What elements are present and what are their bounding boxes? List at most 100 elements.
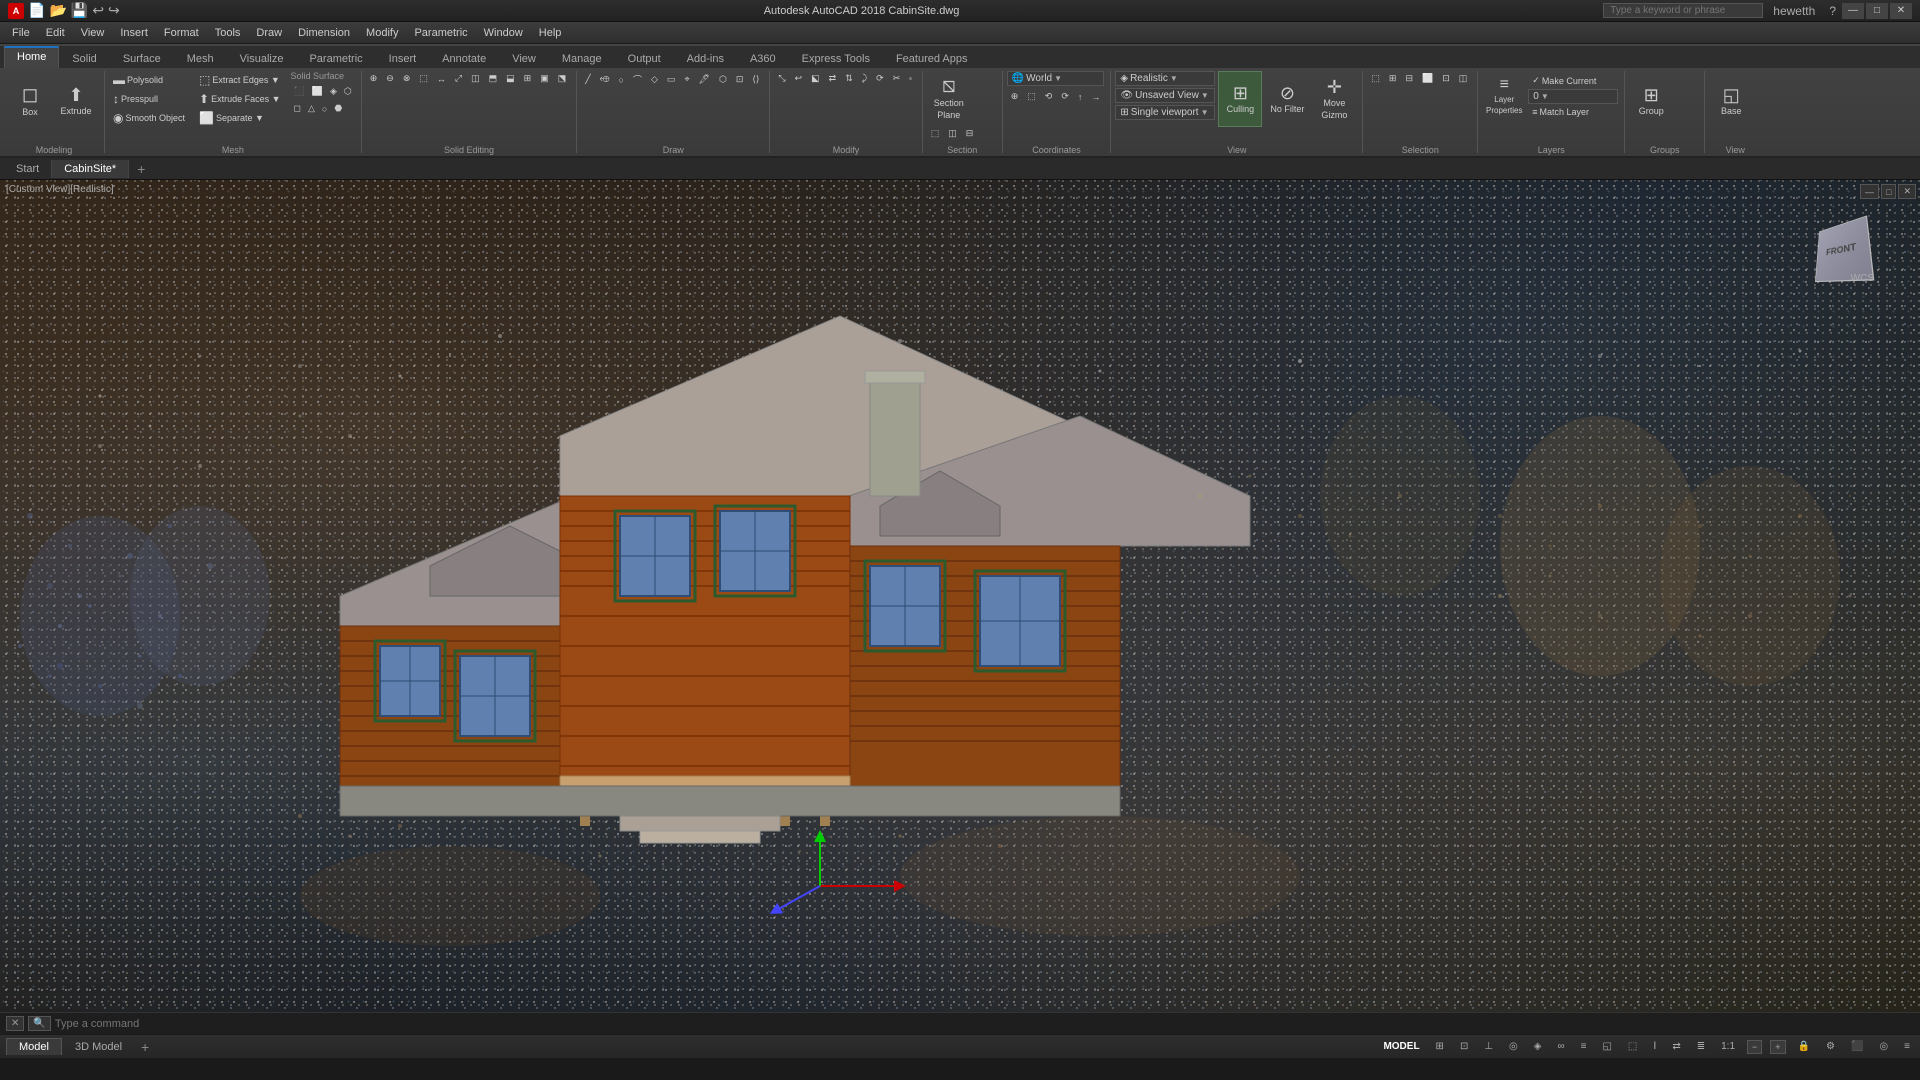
base-button[interactable]: ◱ Base bbox=[1709, 71, 1753, 131]
tab-manage[interactable]: Manage bbox=[549, 48, 615, 68]
draw7[interactable]: ⌖ bbox=[680, 71, 693, 88]
tab-parametric[interactable]: Parametric bbox=[296, 48, 375, 68]
separate-button[interactable]: ⬜ Separate ▼ bbox=[195, 109, 285, 127]
solid-edit9[interactable]: ⬓ bbox=[502, 71, 519, 86]
annotation-icon[interactable]: Ⅰ bbox=[1649, 1041, 1660, 1052]
solid-edit2[interactable]: ⊖ bbox=[382, 71, 398, 86]
modify1[interactable]: ⤡ bbox=[774, 71, 789, 86]
tab-insert[interactable]: Insert bbox=[376, 48, 430, 68]
section-plane-button[interactable]: ⧅ Section Plane bbox=[927, 71, 971, 123]
tool3-button[interactable]: ◈ bbox=[327, 84, 340, 99]
coord-btn5[interactable]: ↑ bbox=[1074, 89, 1087, 104]
viewport-max-btn[interactable]: □ bbox=[1881, 184, 1896, 199]
view-sync-icon[interactable]: ⇄ bbox=[1668, 1041, 1684, 1052]
viewport-min-btn[interactable]: — bbox=[1860, 184, 1879, 199]
command-search-btn[interactable]: 🔍 bbox=[28, 1016, 50, 1031]
osnap-icon[interactable]: ◈ bbox=[1530, 1041, 1546, 1052]
redo-icon[interactable]: ↪ bbox=[108, 2, 120, 19]
draw6[interactable]: ▭ bbox=[663, 71, 680, 88]
tool7-button[interactable]: ○ bbox=[319, 101, 330, 116]
undo-icon[interactable]: ↩ bbox=[92, 2, 104, 19]
settings-icon[interactable]: ⚙ bbox=[1822, 1041, 1839, 1052]
group-button[interactable]: ⊞ Group bbox=[1629, 71, 1673, 131]
tab-cabinsite[interactable]: CabinSite* bbox=[52, 160, 129, 178]
modify2[interactable]: ↩ bbox=[791, 71, 807, 86]
coord-btn3[interactable]: ⟲ bbox=[1041, 89, 1057, 104]
grid-icon[interactable]: ⊞ bbox=[1432, 1041, 1448, 1052]
tab-a360[interactable]: A360 bbox=[737, 48, 789, 68]
add-model-tab[interactable]: + bbox=[135, 1037, 155, 1057]
match-layer-button[interactable]: ≡ Match Layer bbox=[1528, 105, 1618, 119]
coord-btn6[interactable]: → bbox=[1087, 89, 1104, 104]
solid-edit12[interactable]: ⬔ bbox=[554, 71, 571, 86]
tab-visualize[interactable]: Visualize bbox=[227, 48, 297, 68]
section-btn2[interactable]: ◫ bbox=[944, 126, 961, 141]
sel-btn4[interactable]: ⬜ bbox=[1418, 71, 1437, 86]
culling-button[interactable]: ⊞ Culling bbox=[1218, 71, 1262, 127]
menu-format[interactable]: Format bbox=[156, 25, 207, 41]
solid-edit5[interactable]: ↔ bbox=[433, 71, 450, 86]
draw10[interactable]: ⊡ bbox=[732, 71, 748, 88]
menu-window[interactable]: Window bbox=[476, 25, 531, 41]
transparency-icon[interactable]: ◱ bbox=[1598, 1041, 1615, 1052]
draw1[interactable]: ╱ bbox=[581, 71, 594, 88]
view-dropdown[interactable]: 👁 Unsaved View ▼ bbox=[1115, 88, 1215, 103]
extrude-button[interactable]: ⬆ Extrude bbox=[54, 71, 98, 131]
draw3[interactable]: ○ bbox=[615, 71, 628, 88]
coord-btn2[interactable]: ⬚ bbox=[1023, 89, 1040, 104]
search-input[interactable] bbox=[1603, 3, 1763, 18]
tab-start[interactable]: Start bbox=[4, 160, 52, 178]
tab-express[interactable]: Express Tools bbox=[789, 48, 883, 68]
sel-btn3[interactable]: ⊟ bbox=[1401, 71, 1417, 86]
draw11[interactable]: ⟨⟩ bbox=[748, 71, 763, 88]
solid-edit1[interactable]: ⊕ bbox=[366, 71, 382, 86]
viewport-close-btn[interactable]: ✕ bbox=[1898, 184, 1916, 199]
section-btn3[interactable]: ⊟ bbox=[962, 126, 978, 141]
menu-help[interactable]: Help bbox=[531, 25, 570, 41]
solid-edit3[interactable]: ⊗ bbox=[399, 71, 415, 86]
sel-btn5[interactable]: ⊡ bbox=[1438, 71, 1454, 86]
close-button[interactable]: ✕ bbox=[1890, 3, 1912, 19]
no-filter-button[interactable]: ⊘ No Filter bbox=[1265, 71, 1309, 127]
isolation-icon[interactable]: ◎ bbox=[1875, 1041, 1892, 1052]
lineweight-icon[interactable]: ≡ bbox=[1577, 1041, 1591, 1052]
tab-home[interactable]: Home bbox=[4, 46, 59, 68]
new-icon[interactable]: 📄 bbox=[28, 2, 45, 19]
tool5-button[interactable]: ◻ bbox=[291, 101, 304, 116]
zoom-minus-btn[interactable]: − bbox=[1747, 1040, 1762, 1054]
selection-icon[interactable]: ⬚ bbox=[1624, 1041, 1641, 1052]
move-gizmo-button[interactable]: ✛ Move Gizmo bbox=[1312, 71, 1356, 127]
tab-addins[interactable]: Add-ins bbox=[674, 48, 737, 68]
layer-num-dropdown[interactable]: 0 ▼ bbox=[1528, 89, 1618, 104]
menu-dimension[interactable]: Dimension bbox=[290, 25, 358, 41]
tab-annotate[interactable]: Annotate bbox=[429, 48, 499, 68]
solid-edit10[interactable]: ⊞ bbox=[520, 71, 536, 86]
sel-btn2[interactable]: ⊞ bbox=[1385, 71, 1401, 86]
model-tab-3d[interactable]: 3D Model bbox=[62, 1038, 135, 1055]
modify9[interactable]: ⬞ bbox=[905, 71, 915, 86]
menu-insert[interactable]: Insert bbox=[112, 25, 156, 41]
solid-edit7[interactable]: ◫ bbox=[467, 71, 484, 86]
ortho-icon[interactable]: ⊥ bbox=[1480, 1041, 1497, 1052]
modify8[interactable]: ✂ bbox=[889, 71, 905, 86]
modify3[interactable]: ⬕ bbox=[807, 71, 824, 86]
polar-icon[interactable]: ◎ bbox=[1505, 1041, 1522, 1052]
box-button[interactable]: ◻ Box bbox=[8, 71, 52, 131]
open-icon[interactable]: 📂 bbox=[49, 2, 66, 19]
tab-mesh[interactable]: Mesh bbox=[174, 48, 227, 68]
viewcube[interactable]: FRONT WCS bbox=[1800, 210, 1880, 290]
modify6[interactable]: ⤸ bbox=[858, 71, 871, 86]
modify5[interactable]: ⇅ bbox=[841, 71, 857, 86]
workspace-icon[interactable]: ≡ bbox=[1900, 1041, 1914, 1052]
extrude-faces-button[interactable]: ⬆ Extrude Faces ▼ bbox=[195, 90, 285, 108]
presspull-button[interactable]: ↕ Presspull bbox=[109, 90, 189, 108]
menu-modify[interactable]: Modify bbox=[358, 25, 406, 41]
tab-view[interactable]: View bbox=[499, 48, 549, 68]
props-icon[interactable]: ≣ bbox=[1693, 1041, 1709, 1052]
tool4-button[interactable]: ⬡ bbox=[341, 84, 355, 99]
lock-icon[interactable]: 🔒 bbox=[1794, 1041, 1814, 1052]
tool8-button[interactable]: ⬣ bbox=[331, 101, 345, 116]
tool6-button[interactable]: △ bbox=[305, 101, 318, 116]
help-icon[interactable]: ? bbox=[1829, 4, 1836, 18]
menu-file[interactable]: File bbox=[4, 25, 38, 41]
